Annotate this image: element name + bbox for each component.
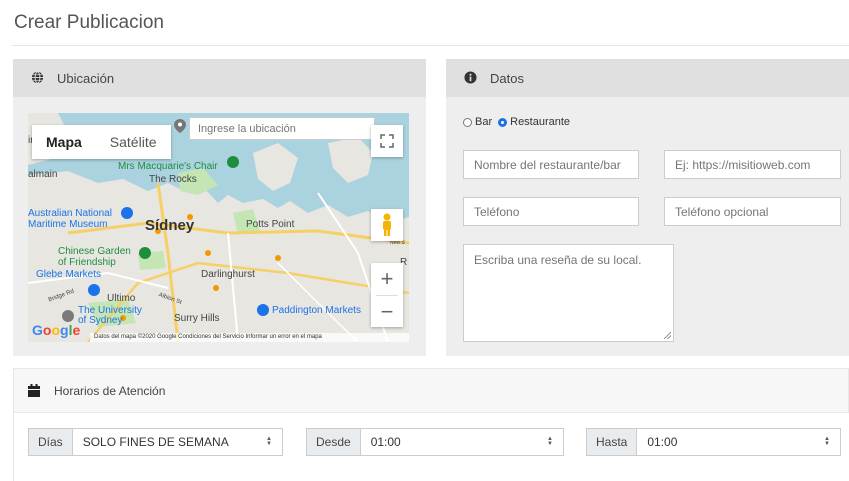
ubicacion-title: Ubicación [57,70,115,86]
map-tab-mapa[interactable]: Mapa [32,125,96,159]
datos-header: Datos [446,59,849,97]
dias-select[interactable]: SOLO FINES DE SEMANA ▲ ▼ [72,429,282,455]
horarios-title: Horarios de Atención [54,383,166,398]
info-icon [464,71,478,85]
tipo-radio-group: Bar Restaurante [463,116,570,128]
map-label-potts: Potts Point [246,219,295,230]
map-label-sydney: Sídney [145,217,195,234]
resize-handle-icon[interactable] [664,332,671,339]
select-caret-icon: ▲ ▼ [824,436,830,447]
calendar-icon [28,383,42,398]
map-label-glebe: Glebe Markets [36,269,102,280]
review-wrapper [463,244,674,342]
ubicacion-header: Ubicación [13,59,426,97]
phone-optional-input[interactable] [664,197,841,226]
radio-restaurante[interactable] [498,117,508,127]
map-label-paddington: Paddington Markets [272,305,361,316]
map-tab-satelite[interactable]: Satélite [96,125,171,159]
hasta-value: 01:00 [647,435,678,449]
location-search-input[interactable] [189,117,375,140]
map-label-surry: Surry Hills [174,313,220,324]
radio-bar[interactable] [463,117,472,127]
desde-select[interactable]: 01:00 ▲ ▼ [360,429,563,455]
map-type-control: Mapa Satélite [32,125,171,159]
map-pin-icon [174,119,186,138]
horarios-header: Horarios de Atención [13,368,849,413]
map-label-ultimo: Ultimo [107,293,136,304]
radio-bar-label: Bar [475,116,493,128]
hasta-label: Hasta [587,429,638,455]
datos-title: Datos [490,70,524,86]
title-divider [12,45,849,46]
map-label-rocks: The Rocks [149,174,197,185]
google-logo: Google [32,322,81,338]
fullscreen-icon[interactable] [371,125,403,157]
minus-icon[interactable]: − [381,296,394,327]
page-title: Crear Publicacion [14,12,164,33]
map-label-university: The University of Sydney [78,305,142,326]
select-caret-icon: ▲ ▼ [266,436,272,447]
dias-select-group: Días SOLO FINES DE SEMANA ▲ ▼ [28,428,283,456]
name-input[interactable] [463,150,639,179]
review-textarea[interactable] [463,244,674,342]
map-label-balmain: almain [28,169,58,180]
zoom-control: + − [371,263,403,327]
website-input[interactable] [664,150,841,179]
pegman-icon[interactable] [371,209,403,241]
phone-input[interactable] [463,197,639,226]
radio-restaurante-label: Restaurante [510,116,571,128]
dias-label: Días [29,429,73,455]
hasta-select[interactable]: 01:00 ▲ ▼ [637,429,840,455]
desde-value: 01:00 [370,435,401,449]
map-footer[interactable]: Datos del mapa ©2020 Google Condiciones … [94,334,322,340]
map-label-museum: Australian National Maritime Museum [28,208,112,230]
select-caret-icon: ▲ ▼ [547,436,553,447]
globe-icon [31,71,45,85]
plus-icon[interactable]: + [381,263,394,295]
map-label-darlinghurst: Darlinghurst [201,269,255,280]
map-label-chair: Mrs Macquarie's Chair [118,161,218,172]
map[interactable]: in Mrs Macquarie's Chair The Rocks almai… [28,113,409,342]
map-label-garden: Chinese Garden of Friendship [58,246,131,268]
desde-select-group: Desde 01:00 ▲ ▼ [306,428,564,456]
hasta-select-group: Hasta 01:00 ▲ ▼ [586,428,841,456]
desde-label: Desde [307,429,361,455]
dias-value: SOLO FINES DE SEMANA [82,435,229,449]
